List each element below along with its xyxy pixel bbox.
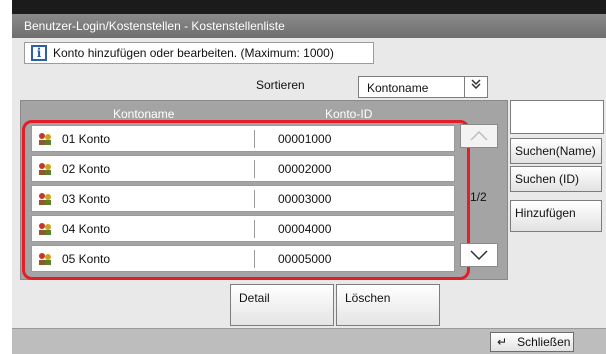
account-id: 00003000 (278, 192, 332, 206)
search-id-button[interactable]: Suchen (ID) (510, 166, 602, 192)
detail-button[interactable]: Detail (230, 284, 334, 326)
account-icon (39, 133, 51, 145)
account-name: 03 Konto (62, 192, 111, 206)
list-item[interactable]: 01 Konto 00001000 (31, 125, 455, 152)
chevron-up-icon (470, 130, 488, 141)
account-icon (39, 223, 51, 235)
main-panel: i Konto hinzufügen oder bearbeiten. (Max… (12, 38, 606, 354)
chevron-down-icon[interactable] (464, 77, 487, 97)
page-indicator: 1/2 (470, 190, 487, 204)
search-name-button[interactable]: Suchen(Name) (510, 138, 602, 164)
account-id: 00001000 (278, 132, 332, 146)
divider (254, 190, 255, 208)
divider (254, 130, 255, 148)
account-id: 00005000 (278, 252, 332, 266)
list-item[interactable]: 05 Konto 00005000 (31, 245, 455, 272)
column-header-kontoname[interactable]: Kontoname (113, 107, 174, 121)
account-list: Kontoname Konto-ID 01 Konto 00001000 02 … (20, 100, 508, 280)
divider (254, 220, 255, 238)
account-name: 02 Konto (62, 162, 111, 176)
account-name: 01 Konto (62, 132, 111, 146)
list-item[interactable]: 03 Konto 00003000 (31, 185, 455, 212)
close-button[interactable]: ↵ Schließen (490, 332, 574, 352)
column-header-konto-id[interactable]: Konto-ID (325, 107, 372, 121)
list-item[interactable]: 04 Konto 00004000 (31, 215, 455, 242)
close-label: Schließen (517, 335, 571, 349)
account-icon (39, 193, 51, 205)
account-icon (39, 163, 51, 175)
scroll-up-button[interactable] (460, 124, 498, 148)
message-text: Konto hinzufügen oder bearbeiten. (Maxim… (53, 46, 334, 60)
chevron-down-icon (470, 250, 488, 261)
message-box: i Konto hinzufügen oder bearbeiten. (Max… (24, 42, 374, 64)
footer-bar: ↵ Schließen (12, 328, 606, 354)
account-name: 04 Konto (62, 222, 111, 236)
account-id: 00004000 (278, 222, 332, 236)
device-screen: Benutzer-Login/Kostenstellen - Kostenste… (12, 0, 606, 354)
enter-icon: ↵ (497, 335, 508, 349)
info-icon: i (31, 45, 47, 61)
account-id: 00002000 (278, 162, 332, 176)
account-name: 05 Konto (62, 252, 111, 266)
window-title: Benutzer-Login/Kostenstellen - Kostenste… (12, 14, 606, 38)
divider (254, 160, 255, 178)
account-icon (39, 253, 51, 265)
sort-dropdown[interactable]: Kontoname (358, 76, 488, 98)
divider (254, 250, 255, 268)
scroll-down-button[interactable] (460, 243, 498, 267)
delete-button[interactable]: Löschen (336, 284, 440, 326)
add-account-button[interactable]: Hinzufügen (510, 200, 602, 232)
search-field[interactable] (510, 100, 604, 134)
sort-label: Sortieren (256, 78, 305, 92)
list-item[interactable]: 02 Konto 00002000 (31, 155, 455, 182)
sort-value: Kontoname (367, 81, 429, 95)
